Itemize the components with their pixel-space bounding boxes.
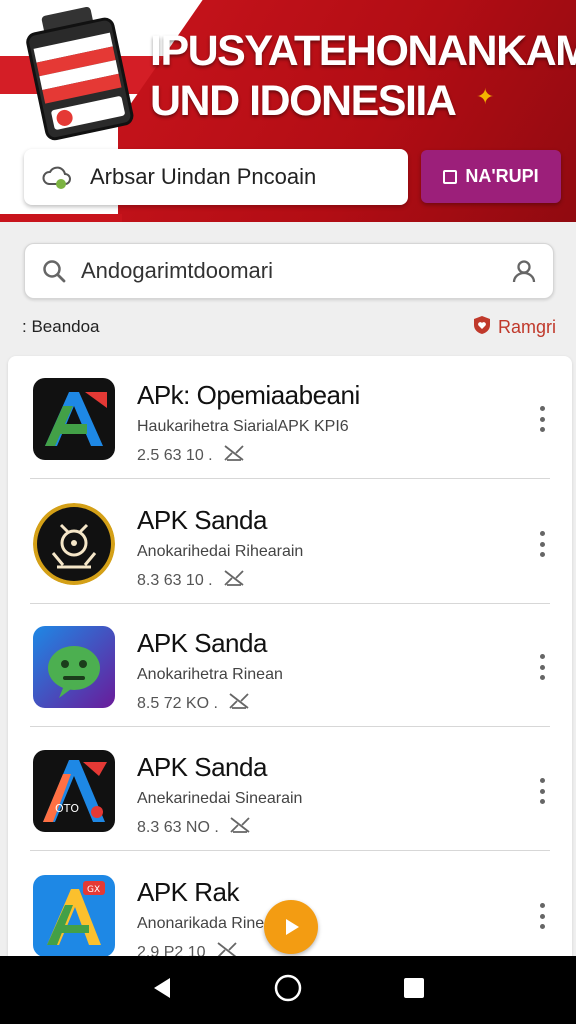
- app-meta: 2.9 P2 10: [137, 941, 238, 956]
- search-icon: [41, 258, 67, 284]
- app-meta: 8.5 72 KO .: [137, 692, 250, 715]
- app-name: APK Sanda: [137, 505, 267, 535]
- android-chat-icon: [33, 626, 115, 708]
- section-link[interactable]: Ramgri: [472, 315, 556, 340]
- search-bar[interactable]: Andogarimtdoomari: [24, 243, 554, 299]
- more-options-icon[interactable]: [534, 903, 550, 929]
- play-button[interactable]: [264, 900, 318, 954]
- back-icon[interactable]: [150, 976, 174, 1005]
- list-item[interactable]: APk: Opemiaabeani Haukarihetra SiarialAP…: [8, 356, 572, 479]
- list-item[interactable]: APK Sanda Anokarihetra Rinean 8.5 72 KO …: [8, 604, 572, 727]
- device-illustration: [12, 0, 147, 150]
- promo-action-button[interactable]: NA'RUPI: [421, 150, 561, 203]
- app-meta: 8.3 63 10 .: [137, 569, 245, 592]
- cloud-user-icon: [42, 166, 71, 189]
- app-meta-text: 2.9 P2 10: [137, 943, 206, 957]
- app-name: APK Rak: [137, 877, 240, 907]
- system-nav-bar: [0, 956, 576, 1024]
- svg-text:GX: GX: [87, 885, 100, 895]
- app-meta-text: 8.3 63 10 .: [137, 571, 213, 589]
- promo-button-label: NA'RUPI: [465, 166, 539, 186]
- a-logo-icon: [33, 378, 115, 460]
- robot-face-icon: [33, 503, 115, 585]
- banner-accent-line: [0, 214, 122, 222]
- svg-text:OTO: OTO: [55, 802, 79, 815]
- app-meta: 2.5 63 10 .: [137, 444, 245, 467]
- recents-icon[interactable]: [402, 976, 426, 1005]
- download-icon: [228, 692, 250, 715]
- app-subtitle: Haukarihetra SiarialAPK KPI6: [137, 418, 349, 435]
- app-name: APk: Opemiaabeani: [137, 380, 360, 410]
- app-list: APk: Opemiaabeani Haukarihetra SiarialAP…: [8, 356, 572, 956]
- search-input[interactable]: Andogarimtdoomari: [81, 258, 511, 284]
- app-subtitle: Anonarikada Rine: [137, 915, 265, 932]
- section-link-label: Ramgri: [497, 316, 556, 337]
- app-meta-text: 8.5 72 KO .: [137, 694, 218, 712]
- banner-title: IPUSYATEHONANKAM UND IDONESIIA: [150, 26, 576, 126]
- more-options-icon[interactable]: [534, 778, 550, 804]
- promo-banner: IPUSYATEHONANKAM UND IDONESIIA ✦ Arbsar …: [0, 0, 576, 222]
- more-options-icon[interactable]: [534, 531, 550, 557]
- profile-icon[interactable]: [511, 258, 537, 284]
- download-icon: [229, 816, 251, 839]
- list-item[interactable]: OTO APK Sanda Anekarinedai Sinearain 8.3…: [8, 728, 572, 851]
- promo-input[interactable]: Arbsar Uindan Pncoain: [24, 149, 408, 205]
- more-options-icon[interactable]: [534, 406, 550, 432]
- app-meta-text: 8.3 63 NO .: [137, 818, 219, 836]
- a-green-logo-icon: GX: [33, 875, 115, 956]
- promo-input-text: Arbsar Uindan Pncoain: [90, 164, 317, 189]
- play-icon: [286, 919, 299, 935]
- banner-title-line2: UND IDONESIIA: [150, 77, 457, 125]
- a-fire-logo-icon: OTO: [33, 750, 115, 832]
- more-options-icon[interactable]: [534, 654, 550, 680]
- shield-heart-icon: [472, 315, 492, 340]
- app-meta: 8.3 63 NO .: [137, 816, 251, 839]
- app-name: APK Sanda: [137, 628, 267, 658]
- download-icon: [223, 444, 245, 467]
- section-title: : Beandoa: [22, 317, 100, 336]
- app-subtitle: Anokarihetra Rinean: [137, 666, 283, 683]
- app-name: APK Sanda: [137, 752, 267, 782]
- list-item[interactable]: APK Sanda Anokarihedai Rihearain 8.3 63 …: [8, 481, 572, 604]
- app-subtitle: Anokarihedai Rihearain: [137, 543, 304, 560]
- app-subtitle: Anekarinedai Sinearain: [137, 790, 303, 807]
- home-icon[interactable]: [273, 973, 303, 1008]
- download-icon: [223, 569, 245, 592]
- square-icon: [443, 169, 458, 184]
- download-icon: [216, 941, 238, 956]
- banner-title-line1: IPUSYATEHONANKAM: [150, 27, 576, 75]
- app-meta-text: 2.5 63 10 .: [137, 446, 213, 464]
- section-header: : Beandoa Ramgri: [22, 315, 556, 340]
- garuda-icon: ✦: [476, 84, 495, 109]
